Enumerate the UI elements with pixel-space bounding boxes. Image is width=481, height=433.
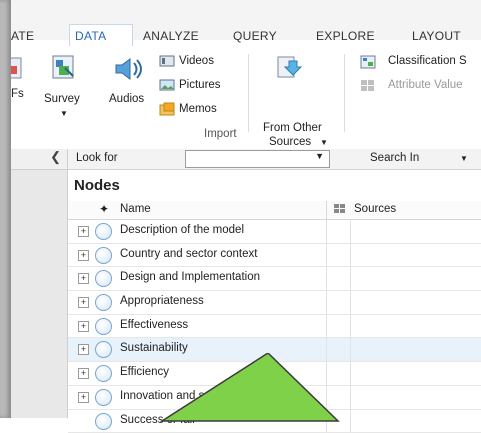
survey-icon xyxy=(51,54,77,85)
speaker-icon xyxy=(113,56,143,85)
sources-icon xyxy=(333,202,347,219)
tab-data[interactable]: DATA xyxy=(75,29,106,43)
ribbon-separator xyxy=(344,54,345,132)
attribute-value-button[interactable]: Attribute Value xyxy=(388,79,463,91)
node-icon xyxy=(95,365,112,382)
expand-icon[interactable]: + xyxy=(78,321,89,332)
classification-button[interactable]: Classification S xyxy=(388,55,467,67)
pin-icon[interactable]: ✦ xyxy=(99,202,109,216)
table-row[interactable]: + Description of the model xyxy=(68,220,481,244)
picture-icon xyxy=(159,78,175,95)
page-title: Nodes xyxy=(74,177,120,194)
table-row[interactable]: + Effectiveness xyxy=(68,315,481,339)
tab-query[interactable]: QUERY xyxy=(233,29,277,43)
node-icon xyxy=(95,413,112,430)
document-icon xyxy=(11,56,23,83)
ribbon: Fs Survey ▼ Audios Videos Pictures Memos… xyxy=(11,46,481,150)
look-for-input[interactable]: ▼ xyxy=(185,150,330,168)
fs-button[interactable]: Fs xyxy=(11,88,24,100)
memo-icon xyxy=(159,102,175,119)
tab-layout[interactable]: LAYOUT xyxy=(412,29,461,43)
look-for-label: Look for xyxy=(76,152,118,164)
node-name: Effectiveness xyxy=(120,319,188,331)
video-icon xyxy=(159,54,175,71)
expand-icon[interactable]: + xyxy=(78,392,89,403)
expand-icon[interactable]: + xyxy=(78,368,89,379)
column-name-header[interactable]: Name xyxy=(120,203,151,215)
column-sources-header[interactable]: Sources xyxy=(354,203,396,215)
from-other-sources-button[interactable]: From Other xyxy=(263,122,322,134)
classification-icon xyxy=(360,55,376,72)
chevron-down-icon[interactable]: ▼ xyxy=(460,154,468,163)
node-icon xyxy=(95,270,112,287)
expand-icon[interactable]: + xyxy=(78,250,89,261)
memos-button[interactable]: Memos xyxy=(179,103,217,115)
ribbon-separator xyxy=(248,54,249,132)
audios-button[interactable]: Audios xyxy=(109,93,144,105)
tab-explore[interactable]: EXPLORE xyxy=(316,29,375,43)
node-icon xyxy=(95,223,112,240)
attribute-icon xyxy=(360,79,376,96)
expand-icon[interactable]: + xyxy=(78,297,89,308)
node-icon xyxy=(95,389,112,406)
import-sources-icon xyxy=(275,54,305,85)
column-divider xyxy=(326,201,327,219)
arrow-up-icon xyxy=(160,353,340,426)
table-row[interactable]: + Country and sector context xyxy=(68,244,481,268)
import-group-label: Import xyxy=(204,128,237,140)
node-name: Appropriateness xyxy=(120,295,204,307)
videos-button[interactable]: Videos xyxy=(179,55,214,67)
tab-create[interactable]: ATE xyxy=(11,29,34,43)
node-name: Country and sector context xyxy=(120,248,257,260)
search-in-button[interactable]: Search In xyxy=(370,152,419,164)
navigation-pane: ❮ xyxy=(11,149,67,418)
expand-icon[interactable]: + xyxy=(78,273,89,284)
node-icon xyxy=(95,341,112,358)
pictures-button[interactable]: Pictures xyxy=(179,79,221,91)
node-icon xyxy=(95,318,112,335)
node-name: Description of the model xyxy=(120,224,244,236)
node-icon xyxy=(95,294,112,311)
ribbon-tabs: ATE DATA ANALYZE QUERY EXPLORE LAYOUT xyxy=(11,0,481,40)
find-bar: Look for ▼ Search In ▼ xyxy=(68,149,481,170)
chevron-down-icon[interactable]: ▼ xyxy=(320,138,328,147)
expand-icon[interactable]: + xyxy=(78,344,89,355)
table-header: ✦ Name Sources xyxy=(68,201,481,220)
chevron-down-icon[interactable]: ▼ xyxy=(60,109,68,118)
from-other-sources-line2: Sources xyxy=(269,136,311,148)
table-row[interactable]: + Design and Implementation xyxy=(68,267,481,291)
window-edge xyxy=(0,0,11,418)
chevron-down-icon[interactable]: ▼ xyxy=(315,151,324,161)
tab-analyze[interactable]: ANALYZE xyxy=(143,29,199,43)
collapse-pane-icon[interactable]: ❮ xyxy=(50,149,61,165)
table-row[interactable]: + Appropriateness xyxy=(68,291,481,315)
expand-icon[interactable]: + xyxy=(78,226,89,237)
survey-button[interactable]: Survey xyxy=(44,93,80,105)
node-icon xyxy=(95,247,112,264)
node-name: Design and Implementation xyxy=(120,271,260,283)
